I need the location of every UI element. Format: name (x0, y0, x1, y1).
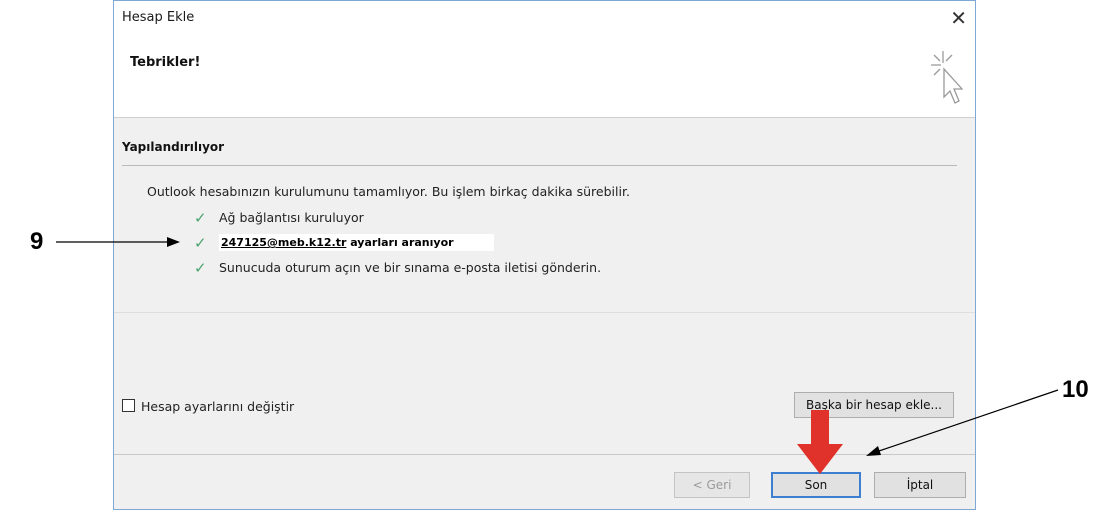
section-title: Yapılandırılıyor (122, 140, 225, 154)
status-message: Outlook hesabınızın kurulumunu tamamlıyo… (147, 184, 630, 199)
close-icon[interactable]: ✕ (950, 6, 967, 30)
cancel-button[interactable]: İptal (874, 472, 966, 498)
add-another-account-button[interactable]: Başka bir hesap ekle... (794, 392, 954, 418)
wizard-cursor-icon (931, 51, 963, 104)
checkbox-label: Hesap ayarlarını değiştir (141, 399, 295, 414)
email-address: 247125@meb.k12.tr (221, 236, 347, 249)
check-icon: ✓ (194, 259, 207, 277)
wizard-header: Tebrikler! (114, 39, 975, 118)
title-bar: Hesap Ekle ✕ (114, 1, 975, 39)
section-divider (122, 165, 957, 166)
step-label: Ağ bağlantısı kuruluyor (219, 210, 364, 225)
window-title: Hesap Ekle (122, 10, 195, 25)
back-button[interactable]: < Geri (674, 472, 750, 498)
callout-number-10: 10 (1062, 376, 1089, 403)
add-account-dialog: Hesap Ekle ✕ Tebrikler! Yapılandırılıyor… (113, 0, 976, 510)
callout-number-9: 9 (30, 228, 44, 255)
content-divider (114, 312, 975, 313)
step-label: Sunucuda oturum açın ve bir sınama e-pos… (219, 260, 602, 275)
checkbox-box[interactable] (122, 399, 135, 412)
step-label: 247125@meb.k12.tr ayarları aranıyor (219, 234, 494, 251)
check-icon: ✓ (194, 209, 207, 227)
footer-divider (114, 454, 975, 455)
check-icon: ✓ (194, 234, 207, 252)
header-title: Tebrikler! (130, 55, 201, 70)
finish-button[interactable]: Son (771, 472, 861, 498)
step-label-suffix: ayarları aranıyor (346, 236, 454, 249)
